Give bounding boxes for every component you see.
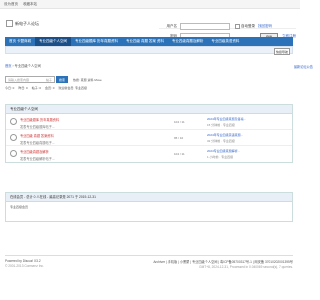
online-legend: 专业四级会员 xyxy=(10,205,29,209)
breadcrumb-home[interactable]: 首页 xyxy=(5,64,12,68)
stats-bar: 今日: 0 昨日: 0 帖子: 0 会员: 0 欢迎新会员: 专业四级 xyxy=(5,86,91,90)
last-post-meta: 1 小时前 · 专业四级 xyxy=(207,155,234,159)
nav-item-analysis[interactable]: 专业四级真题及解析 xyxy=(168,37,208,46)
forum-icon xyxy=(10,134,17,141)
nav-item-answers[interactable]: 专业四级 真题 答案 资料 xyxy=(122,37,168,46)
online-header[interactable]: 在线会员 - 总计 0 人在线 - 最高记录是 2071 于 2019-12-3… xyxy=(6,193,292,202)
forum-row[interactable]: 专业四级真题及解析 发表专业四级解析帖子... 104 / 11 2024专业四… xyxy=(6,146,292,162)
last-post-link[interactable]: 2024专业四级真题解析... xyxy=(207,149,240,153)
forum-icon xyxy=(10,150,17,157)
bookmark-site-link[interactable]: 收藏本站 xyxy=(23,2,37,6)
footer-gmt: GMT+8, 2024-12-31, Processed in 0.040069… xyxy=(199,265,293,269)
username-label: 用户名 xyxy=(166,23,178,28)
logo-icon xyxy=(6,20,13,27)
forum-title[interactable]: 专业四级真题及解析 xyxy=(20,149,130,154)
auto-login-checkbox[interactable]: 自动登录 xyxy=(235,23,255,29)
hot-search[interactable]: 热搜: 真题 资料 Move xyxy=(73,78,102,82)
stat-posts: 帖子: 0 xyxy=(31,86,42,90)
username-input[interactable] xyxy=(180,22,230,30)
forum-notice[interactable]: 最新论坛公告 xyxy=(294,64,313,69)
online-members: 在线会员 - 总计 0 人在线 - 最高记录是 2071 于 2019-12-3… xyxy=(5,192,293,222)
last-post-meta: 32 分钟前 · 专业四级 xyxy=(207,139,235,143)
last-post-link[interactable]: 2024年专业四级真题及答案... xyxy=(207,117,246,121)
search-scope-select[interactable]: 帖子 xyxy=(46,78,52,82)
forum-stats: 104 / 11 xyxy=(174,152,185,156)
forum-desc: 发表专业四级题库帖子... xyxy=(20,125,55,129)
main-nav: 首页 卡盟商城 专业四级个人空间 专业四级题库 历年真题资料 专业四级 真题 答… xyxy=(5,37,293,46)
footer-links[interactable]: Archiver | 手机版 | 小黑屋 | 专业四级个人空间 | 粤ICP备0… xyxy=(153,259,293,264)
site-logo[interactable]: 新电子人论坛 xyxy=(6,20,39,27)
quick-nav-button[interactable]: 快捷导航 xyxy=(274,48,290,55)
nav-item-english[interactable]: 专业四级英语资料 xyxy=(207,37,243,46)
header: 新电子人论坛 用户名 自动登录 找回密码 密码 登录 立即注册 xyxy=(0,9,300,41)
breadcrumb-item[interactable]: 专业四级个人空间 xyxy=(15,64,41,68)
footer: Powered by Discuz! X3.2 © 2001-2013 Coms… xyxy=(5,255,293,269)
copyright: © 2001-2013 Comsenz Inc. xyxy=(5,264,44,268)
forum-row[interactable]: 专业四级题库 历年真题资料 发表专业四级题库帖子... 104 / 11 202… xyxy=(6,114,292,130)
search-button[interactable]: 搜索 xyxy=(56,76,68,83)
auto-login-label: 自动登录 xyxy=(241,23,255,28)
forum-stats: 95 / 10 xyxy=(174,136,184,140)
forum-desc: 发表专业四级解析帖子... xyxy=(20,157,55,161)
logo-text: 新电子人论坛 xyxy=(15,20,39,26)
nav-item-home[interactable]: 首页 卡盟商城 xyxy=(5,37,35,46)
forum-title[interactable]: 专业四级 真题 答案资料 xyxy=(20,133,130,138)
last-post-link[interactable]: 2024年专业四级英语真题... xyxy=(207,133,243,137)
stat-today: 今日: 0 xyxy=(5,86,15,90)
search-input[interactable]: 请输入搜索内容 帖子 xyxy=(5,76,55,83)
sub-nav: 快捷导航 xyxy=(5,46,293,55)
forum-list: 专业四级个人空间 专业四级题库 历年真题资料 发表专业四级题库帖子... 104… xyxy=(5,104,293,163)
search-placeholder: 请输入搜索内容 xyxy=(8,77,30,82)
forum-header[interactable]: 专业四级个人空间 xyxy=(6,105,292,114)
set-homepage-link[interactable]: 设为首页 xyxy=(4,2,18,6)
top-bar: 设为首页 收藏本站 xyxy=(0,0,300,9)
nav-item-question-bank[interactable]: 专业四级题库 历年真题资料 xyxy=(71,37,122,46)
breadcrumb: 首页 › 专业四级个人空间 xyxy=(5,63,41,68)
forum-stats: 104 / 11 xyxy=(174,120,185,124)
forum-title[interactable]: 专业四级题库 历年真题资料 xyxy=(20,117,130,122)
find-password-link[interactable]: 找回密码 xyxy=(258,24,272,29)
nav-item-personal-space[interactable]: 专业四级个人空间 xyxy=(34,37,71,46)
powered-by[interactable]: Powered by Discuz! X3.2 xyxy=(5,259,44,263)
stat-members: 会员: 0 xyxy=(45,86,55,90)
forum-row[interactable]: 专业四级 真题 答案资料 发表专业四级真题帖子... 95 / 10 2024年… xyxy=(6,130,292,146)
checkbox-icon xyxy=(235,23,240,29)
last-post-meta: 15 分钟前 · 专业四级 xyxy=(207,123,235,127)
forum-icon xyxy=(10,118,17,125)
stat-yesterday: 昨日: 0 xyxy=(18,86,28,90)
forum-desc: 发表专业四级真题帖子... xyxy=(20,141,55,145)
stat-newest-member[interactable]: 欢迎新会员: 专业四级 xyxy=(58,86,87,90)
search-bar: 请输入搜索内容 帖子 搜索 热搜: 真题 资料 Move xyxy=(5,76,102,83)
